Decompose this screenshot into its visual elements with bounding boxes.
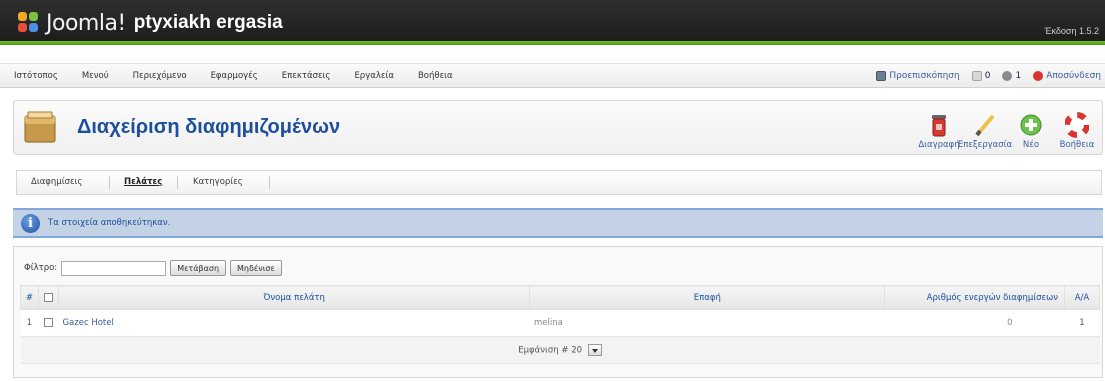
menu-site[interactable]: Ιστότοπος (14, 71, 58, 81)
preview-icon (876, 71, 887, 81)
new-label: Νέο (1022, 140, 1040, 150)
header-checkall (37, 285, 59, 310)
main-content: Φίλτρο: Μετάβαση Μηδένισε # Όνομα πελάτη… (13, 246, 1103, 378)
tab-categories[interactable]: Κατηγορίες (193, 171, 243, 194)
display-value: 20 (571, 345, 583, 356)
row-contact: melina (529, 309, 885, 337)
menu-components[interactable]: Εφαρμογές (211, 71, 258, 81)
header-id[interactable]: A/A (1063, 285, 1101, 310)
submenu-divider (269, 176, 270, 189)
header-num: # (20, 285, 39, 310)
joomla-logo: Joomla! ptyxiakh ergasia (18, 9, 283, 37)
message-text: Τα στοιχεία αποθηκεύτηκαν. (48, 218, 171, 228)
table-header-row: # Όνομα πελάτη Επαφή Αριθμός ενεργών δια… (20, 285, 1101, 310)
banner-client-icon (22, 110, 62, 146)
messages-count[interactable]: 0 (971, 71, 991, 81)
table-footer-row: Εμφάνιση # 20 (20, 336, 1100, 364)
header-contact[interactable]: Επαφή (529, 285, 886, 310)
lifebuoy-icon (1064, 112, 1090, 138)
preview-label: Προεπισκόπηση (889, 71, 960, 81)
table-row: 1 Gazec Hotel melina 0 1 (20, 309, 1100, 337)
filter-bar: Φίλτρο: Μετάβαση Μηδένισε (24, 260, 282, 276)
help-label: Βοήθεια (1059, 140, 1095, 150)
filter-reset-button[interactable]: Μηδένισε (230, 260, 282, 276)
users-online-value: 1 (1015, 71, 1022, 81)
edit-label: Επεξεργασία (957, 140, 1013, 150)
menu-extensions[interactable]: Επεκτάσεις (282, 71, 331, 81)
select-all-checkbox[interactable] (43, 292, 53, 302)
header-accent-line (0, 41, 1105, 45)
preview-link[interactable]: Προεπισκόπηση (876, 71, 960, 81)
top-header: Joomla! ptyxiakh ergasia Έκδοση 1.5.2 (0, 0, 1105, 45)
header-active-banners[interactable]: Αριθμός ενεργών διαφημίσεων (884, 285, 1065, 310)
users-icon (1002, 71, 1013, 81)
page-title: Διαχείριση διαφημιζομένων (77, 116, 341, 138)
header-client-name[interactable]: Όνομα πελάτη (57, 285, 531, 310)
mail-icon (971, 71, 982, 81)
edit-button[interactable]: Επεξεργασία (958, 106, 1012, 150)
filter-label: Φίλτρο: (24, 263, 58, 273)
menu-content[interactable]: Περιεχόμενο (133, 71, 187, 81)
submenu-divider (109, 176, 110, 189)
site-name: ptyxiakh ergasia (133, 12, 283, 33)
version-label: Έκδοση 1.5.2 (1044, 26, 1099, 36)
submenu-bar: Διαφημίσεις Πελάτες Κατηγορίες (16, 170, 1102, 195)
tab-clients[interactable]: Πελάτες (124, 171, 162, 194)
logo-text: Joomla! (46, 10, 126, 36)
row-checkbox-cell (38, 309, 59, 337)
system-message: i Τα στοιχεία αποθηκεύτηκαν. (13, 208, 1103, 238)
joomla-logo-icon (18, 12, 40, 34)
info-icon: i (21, 214, 40, 233)
tab-banners[interactable]: Διαφημίσεις (31, 171, 82, 194)
users-online[interactable]: 1 (1002, 71, 1021, 81)
delete-label: Διαγραφή (918, 140, 960, 150)
logout-icon (1033, 71, 1044, 81)
messages-count-value: 0 (984, 71, 991, 81)
pagination: Εμφάνιση # 20 (20, 336, 1100, 364)
clients-table: # Όνομα πελάτη Επαφή Αριθμός ενεργών δια… (20, 285, 1101, 364)
help-button[interactable]: Βοήθεια (1056, 106, 1098, 150)
row-id: 1 (1064, 309, 1100, 337)
submenu-divider (177, 176, 178, 189)
display-limit-select[interactable] (587, 344, 602, 356)
main-menu-bar: Ιστότοπος Μενού Περιεχόμενο Εφαρμογές Επ… (0, 63, 1105, 88)
new-button[interactable]: Νέο (1010, 106, 1052, 150)
filter-input[interactable] (61, 260, 167, 276)
trash-icon (927, 112, 951, 138)
menu-tools[interactable]: Εργαλεία (354, 71, 394, 81)
pencil-icon (973, 112, 997, 138)
add-icon (1019, 112, 1043, 138)
filter-go-button[interactable]: Μετάβαση (170, 260, 227, 276)
logout-link[interactable]: Αποσύνδεση (1033, 71, 1101, 81)
row-num: 1 (20, 309, 39, 337)
logout-label: Αποσύνδεση (1046, 71, 1101, 81)
client-name-link[interactable]: Gazec Hotel (58, 309, 530, 337)
row-active-banners: 0 (884, 309, 1065, 337)
menu-menus[interactable]: Μενού (82, 71, 109, 81)
row-checkbox[interactable] (43, 318, 53, 327)
display-label: Εμφάνιση # (518, 345, 569, 356)
toolbar-box: Διαχείριση διαφημιζομένων Διαγραφή Επεξε… (13, 100, 1103, 155)
menu-help[interactable]: Βοήθεια (418, 71, 453, 81)
delete-button[interactable]: Διαγραφή (918, 106, 960, 150)
